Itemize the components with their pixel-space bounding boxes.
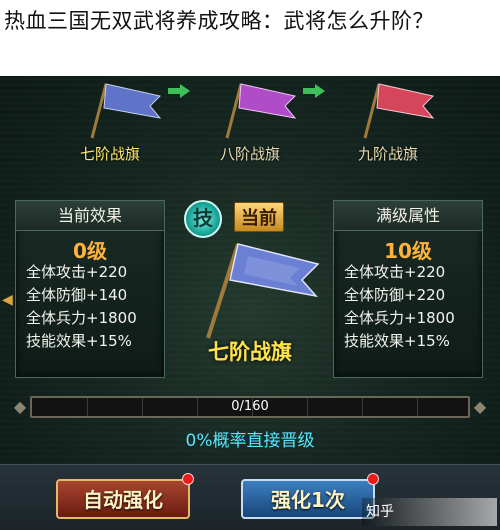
current-flag-display: 技 当前 七阶战旗 <box>170 200 330 420</box>
flag-label-8: 八阶战旗 <box>219 145 280 163</box>
bar-end-left-icon: ◆ <box>13 397 27 416</box>
progress-bar: 0/160 <box>30 396 470 418</box>
stat-line: 全体兵力+1800 <box>344 309 455 327</box>
max-level-panel: 满级属性 10级 全体攻击+220 全体防御+220 全体兵力+1800 技能效… <box>333 200 483 378</box>
flag-icon <box>90 83 162 139</box>
panel-header: 满级属性 <box>334 201 482 231</box>
screenshot: 热血三国无双武将养成攻略：武将怎么升阶？ ◀ 技 当前 七阶战旗 技 <box>0 0 500 530</box>
flag-icon <box>225 83 297 139</box>
stat-line: 技能效果+15% <box>26 332 132 350</box>
current-tag: 当前 <box>234 202 284 232</box>
panel-header: 当前效果 <box>16 201 164 231</box>
max-level: 10级 <box>384 239 432 263</box>
skill-icon: 技 <box>184 200 222 238</box>
current-level: 0级 <box>73 239 107 263</box>
arrow-right-icon <box>168 84 190 98</box>
notification-dot <box>367 473 379 485</box>
stat-line: 全体防御+220 <box>344 286 446 304</box>
strengthen-once-button[interactable]: 强化1次 <box>241 479 375 519</box>
stat-line: 全体攻击+220 <box>26 263 128 281</box>
arrow-right-icon <box>303 84 325 98</box>
upgrade-screen: ◀ 技 当前 七阶战旗 技 八阶战旗 <box>0 40 500 530</box>
stat-line: 全体防御+140 <box>26 286 128 304</box>
current-effect-panel: 当前效果 0级 全体攻击+220 全体防御+140 全体兵力+1800 技能效果… <box>15 200 165 378</box>
left-arrow-icon: ◀ <box>2 292 13 308</box>
flag-label-9: 九阶战旗 <box>357 145 418 163</box>
current-flag-label: 七阶战旗 <box>208 340 292 364</box>
watermark: 知乎 <box>362 498 497 526</box>
stat-line: 全体兵力+1800 <box>26 309 137 327</box>
bar-end-right-icon: ◆ <box>473 397 487 416</box>
stat-line: 技能效果+15% <box>344 332 450 350</box>
flag-icon <box>206 243 320 339</box>
flag-label-7: 七阶战旗 <box>79 145 140 163</box>
auto-strengthen-button[interactable]: 自动强化 <box>56 479 190 519</box>
flag-icon <box>363 83 435 139</box>
notification-dot <box>182 473 194 485</box>
article-title: 热血三国无双武将养成攻略：武将怎么升阶？ <box>0 0 500 76</box>
probability-text: 0%概率直接晋级 <box>185 431 315 451</box>
stat-line: 全体攻击+220 <box>344 263 446 281</box>
progress-text: 0/160 <box>231 399 269 414</box>
